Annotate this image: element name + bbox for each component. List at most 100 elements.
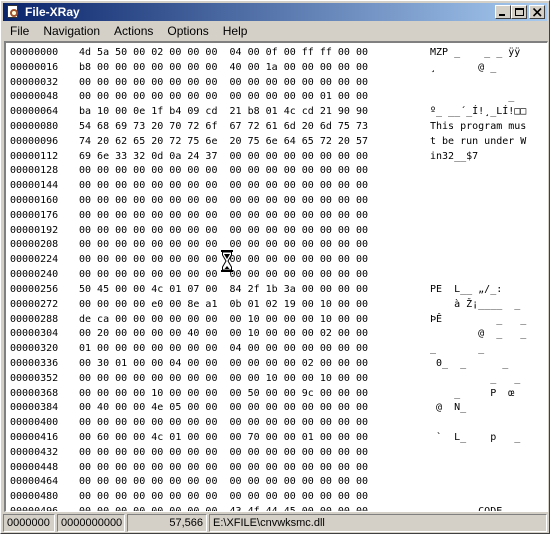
hex-row[interactable]: 00000208 00 00 00 00 00 00 00 00 00 00 00… (10, 238, 547, 253)
hex-row[interactable]: 00000096 74 20 62 65 20 72 75 6e 20 75 6e… (10, 135, 547, 150)
menu-actions[interactable]: Actions (107, 22, 160, 41)
hex-row[interactable]: 00000016 b8 00 00 00 00 00 00 00 40 00 1a… (10, 61, 547, 76)
app-window: File-XRay File Navigation Actions Option… (0, 0, 550, 534)
hex-row-ascii: PE L__ „/_: (430, 284, 503, 295)
hex-row[interactable]: 00000368 00 00 00 00 10 00 00 00 00 50 00… (10, 387, 547, 402)
hex-row-address: 00000112 (10, 150, 59, 162)
hex-row[interactable]: 00000112 69 6e 33 32 0d 0a 24 37 00 00 00… (10, 150, 547, 165)
hex-row-address: 00000240 (10, 268, 59, 280)
hex-row-ascii: _ P œ (430, 387, 515, 399)
hex-row-bytes: 00 40 00 00 4e 05 00 00 00 00 00 00 00 0… (79, 402, 368, 414)
minimize-icon (499, 14, 505, 16)
hex-row-address: 00000480 (10, 491, 59, 503)
hex-row-bytes: 01 00 00 00 00 00 00 00 04 00 00 00 00 0… (79, 343, 368, 355)
hex-row-bytes: 00 00 00 00 00 00 00 00 00 00 00 00 00 0… (79, 224, 368, 236)
hex-view[interactable]: 00000000 4d 5a 50 00 02 00 00 00 04 00 0f… (4, 41, 548, 512)
hex-row-bytes: ba 10 00 0e 1f b4 09 cd 21 b8 01 4c cd 2… (79, 106, 368, 118)
hex-row[interactable]: 00000192 00 00 00 00 00 00 00 00 00 00 00… (10, 224, 547, 239)
hex-row[interactable]: 00000000 4d 5a 50 00 02 00 00 00 04 00 0f… (10, 46, 547, 61)
hex-row[interactable]: 00000496 00 00 00 00 00 00 00 00 43 4f 44… (10, 505, 547, 512)
hex-row[interactable]: 00000240 00 00 00 00 00 00 00 00 00 00 00… (10, 268, 547, 283)
hex-row-bytes: 00 00 00 00 00 00 00 00 00 00 00 00 00 0… (79, 91, 368, 103)
hex-row[interactable]: 00000432 00 00 00 00 00 00 00 00 00 00 00… (10, 446, 547, 461)
hex-row[interactable]: 00000256 50 45 00 00 4c 01 07 00 84 2f 1b… (10, 283, 547, 298)
hex-row-bytes: 00 00 00 00 e0 00 8e a1 0b 01 02 19 00 1… (79, 298, 368, 310)
hex-row-address: 00000288 (10, 313, 59, 325)
hex-row[interactable]: 00000032 00 00 00 00 00 00 00 00 00 00 00… (10, 76, 547, 91)
hex-block-dos-header: 00000000 4d 5a 50 00 02 00 00 00 04 00 0f… (10, 46, 547, 283)
hex-row-bytes: 00 00 00 00 00 00 00 00 43 4f 44 45 00 0… (79, 505, 368, 512)
hex-row-address: 00000352 (10, 372, 59, 384)
close-button[interactable] (529, 5, 545, 19)
hex-row-address: 00000384 (10, 402, 59, 414)
hex-row[interactable]: 00000288 de ca 00 00 00 00 00 00 00 10 00… (10, 313, 547, 328)
hex-row-ascii: ¸ @ _ (430, 61, 497, 73)
hex-row[interactable]: 00000272 00 00 00 00 e0 00 8e a1 0b 01 02… (10, 298, 547, 313)
hex-row-bytes: 00 00 00 00 00 00 00 00 00 00 00 00 00 0… (79, 239, 368, 251)
hex-row-ascii: This program mus (430, 120, 527, 132)
hex-row-bytes: 54 68 69 73 20 70 72 6f 67 72 61 6d 20 6… (79, 120, 368, 132)
hex-row-bytes: 00 00 00 00 00 00 00 00 00 00 00 00 00 0… (79, 268, 368, 280)
hex-row-address: 00000192 (10, 224, 59, 236)
hex-row-ascii: in32__$7 (430, 150, 479, 162)
status-offset: 0000000 (3, 514, 55, 532)
hex-row-address: 00000128 (10, 165, 59, 177)
maximize-button[interactable] (511, 5, 527, 19)
title-bar[interactable]: File-XRay (3, 3, 547, 21)
status-bar: 0000000 0000000000 57,566 E:\XFILE\cnvwk… (3, 514, 547, 532)
hex-row-address: 00000144 (10, 180, 59, 192)
hex-row-bytes: 00 00 00 00 00 00 00 00 00 00 00 00 00 0… (79, 165, 368, 177)
menu-navigation[interactable]: Navigation (36, 22, 107, 41)
hex-row-bytes: b8 00 00 00 00 00 00 00 40 00 1a 00 00 0… (79, 61, 368, 73)
hex-row-address: 00000048 (10, 91, 59, 103)
hex-row-ascii: _ _ (430, 343, 485, 355)
hex-row-address: 00000448 (10, 461, 59, 473)
hex-row-bytes: 00 00 00 00 00 00 00 00 00 00 10 00 00 1… (79, 372, 368, 384)
hex-row[interactable]: 00000352 00 00 00 00 00 00 00 00 00 00 10… (10, 372, 547, 387)
hex-row-address: 00000416 (10, 431, 59, 443)
hex-row[interactable]: 00000304 00 20 00 00 00 00 40 00 00 10 00… (10, 327, 547, 342)
hex-row[interactable]: 00000384 00 40 00 00 4e 05 00 00 00 00 00… (10, 401, 547, 416)
hex-row-ascii: @ _ _ (430, 328, 527, 340)
hex-row[interactable]: 00000464 00 00 00 00 00 00 00 00 00 00 00… (10, 475, 547, 490)
hex-row[interactable]: 00000320 01 00 00 00 00 00 00 00 04 00 00… (10, 342, 547, 357)
hex-row-bytes: 00 20 00 00 00 00 40 00 00 10 00 00 00 0… (79, 328, 368, 340)
menu-file[interactable]: File (3, 22, 36, 41)
menu-options[interactable]: Options (160, 22, 215, 41)
hex-row-bytes: 00 00 00 00 00 00 00 00 00 00 00 00 00 0… (79, 461, 368, 473)
status-value: 0000000000 (57, 514, 125, 532)
hex-row-address: 00000256 (10, 284, 59, 295)
hex-row[interactable]: 00000144 00 00 00 00 00 00 00 00 00 00 00… (10, 179, 547, 194)
status-file-path: E:\XFILE\cnvwksmc.dll (209, 514, 547, 532)
hex-row-bytes: 50 45 00 00 4c 01 07 00 84 2f 1b 3a 00 0… (79, 284, 368, 295)
hex-row-address: 00000224 (10, 254, 59, 266)
hex-row[interactable]: 00000080 54 68 69 73 20 70 72 6f 67 72 61… (10, 120, 547, 135)
hex-row-ascii: à Ž¡____ _ (430, 298, 521, 310)
hex-row[interactable]: 00000160 00 00 00 00 00 00 00 00 00 00 00… (10, 194, 547, 209)
hex-row-bytes: 00 00 00 00 00 00 00 00 00 00 00 00 00 0… (79, 209, 368, 221)
hex-row-bytes: 00 60 00 00 4c 01 00 00 00 70 00 00 01 0… (79, 431, 368, 443)
hex-row-address: 00000096 (10, 135, 59, 147)
hex-row[interactable]: 00000224 00 00 00 00 00 00 00 00 00 00 00… (10, 253, 547, 268)
menu-help[interactable]: Help (216, 22, 255, 41)
hex-row[interactable]: 00000064 ba 10 00 0e 1f b4 09 cd 21 b8 01… (10, 105, 547, 120)
hex-row-ascii: CODE (430, 505, 503, 512)
hex-row[interactable]: 00000416 00 60 00 00 4c 01 00 00 00 70 00… (10, 431, 547, 446)
hex-row[interactable]: 00000480 00 00 00 00 00 00 00 00 00 00 00… (10, 490, 547, 505)
hex-row[interactable]: 00000448 00 00 00 00 00 00 00 00 00 00 00… (10, 461, 547, 476)
hex-row[interactable]: 00000336 00 30 01 00 00 04 00 00 00 00 00… (10, 357, 547, 372)
hex-row-bytes: 74 20 62 65 20 72 75 6e 20 75 6e 64 65 7… (79, 135, 368, 147)
hex-row-address: 00000368 (10, 387, 59, 399)
hex-row[interactable]: 00000400 00 00 00 00 00 00 00 00 00 00 00… (10, 416, 547, 431)
minimize-button[interactable] (495, 5, 511, 19)
hex-row[interactable]: 00000048 00 00 00 00 00 00 00 00 00 00 00… (10, 90, 547, 105)
hex-row[interactable]: 00000176 00 00 00 00 00 00 00 00 00 00 00… (10, 209, 547, 224)
hex-block-pe-header: 00000256 50 45 00 00 4c 01 07 00 84 2f 1b… (10, 283, 547, 512)
hex-row-address: 00000016 (10, 61, 59, 73)
hex-row-bytes: 00 30 01 00 00 04 00 00 00 00 00 00 02 0… (79, 357, 368, 369)
hex-row-bytes: 00 00 00 00 00 00 00 00 00 00 00 00 00 0… (79, 254, 368, 266)
maximize-icon (515, 8, 524, 16)
hex-row[interactable]: 00000128 00 00 00 00 00 00 00 00 00 00 00… (10, 164, 547, 179)
hex-row-ascii: ÞÊ _ _ (430, 313, 527, 325)
file-xray-app-icon[interactable] (5, 4, 21, 20)
